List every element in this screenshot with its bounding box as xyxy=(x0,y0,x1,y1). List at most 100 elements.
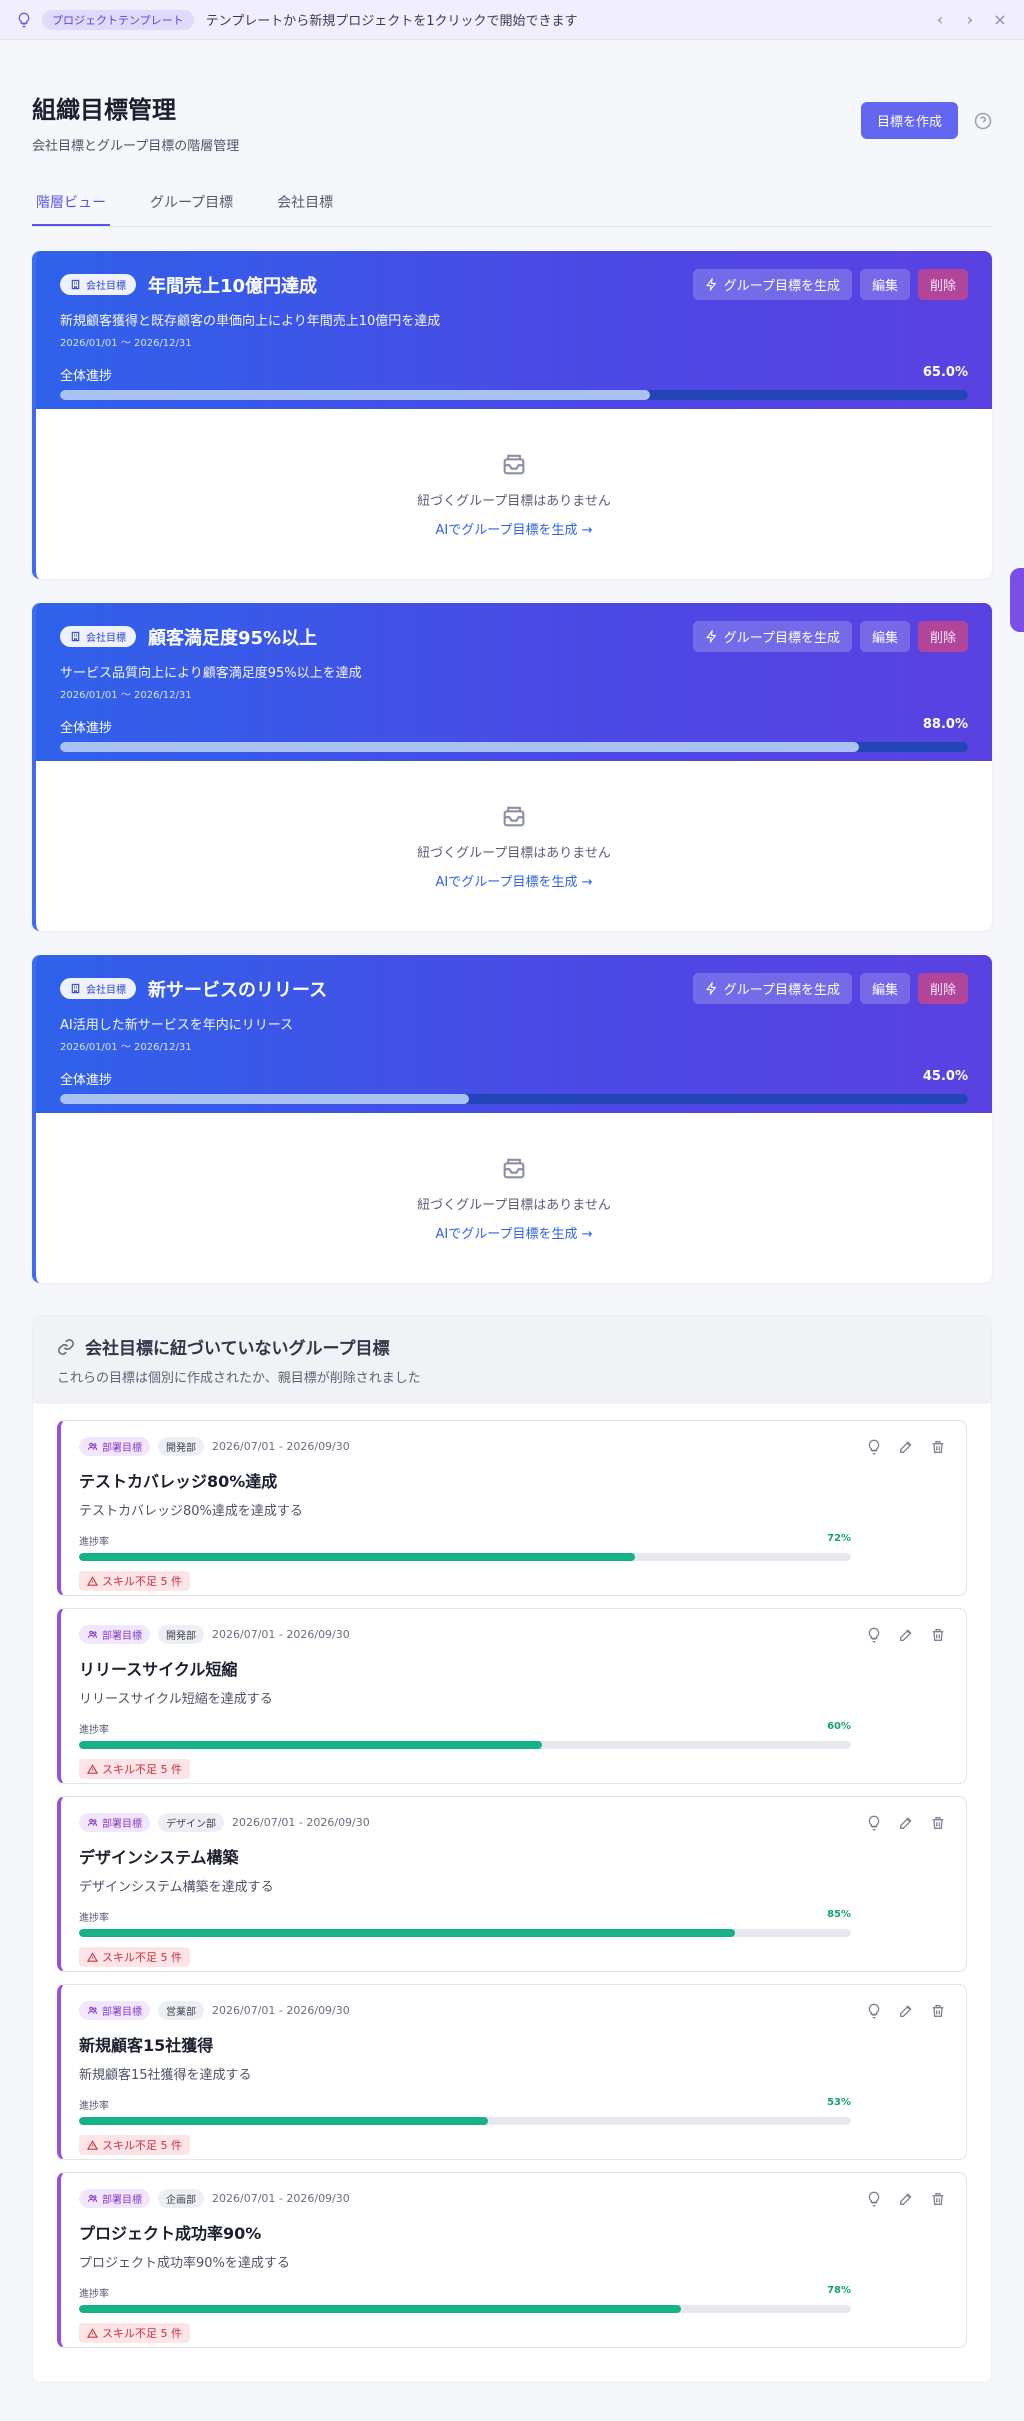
dept-name: 開発部 xyxy=(158,1437,204,1456)
progress-fill xyxy=(79,2117,489,2125)
delete-button[interactable]: 削除 xyxy=(917,269,968,300)
trash-icon[interactable] xyxy=(930,1815,946,1831)
progress-percent: 60% xyxy=(827,1721,851,1732)
empty-text: 紐づくグループ目標はありません xyxy=(417,494,611,509)
progress-percent: 78% xyxy=(827,2285,851,2296)
group-goal-description: リリースサイクル短縮を達成する xyxy=(79,1692,273,1707)
edit-icon[interactable] xyxy=(898,2191,914,2207)
create-goal-button[interactable]: 目標を作成 xyxy=(860,102,958,139)
lightbulb-icon[interactable] xyxy=(866,2191,882,2207)
delete-button[interactable]: 削除 xyxy=(917,973,968,1004)
sparkle-icon xyxy=(705,278,717,291)
tab-group-goals[interactable]: グループ目標 xyxy=(146,184,237,226)
badge-label: 会社目標 xyxy=(86,281,126,292)
users-icon xyxy=(87,1442,98,1450)
ai-generate-link[interactable]: AIでグループ目標を生成 → xyxy=(436,519,593,538)
edit-icon[interactable] xyxy=(898,1439,914,1455)
building-icon xyxy=(71,279,80,290)
edit-icon[interactable] xyxy=(898,1815,914,1831)
ai-generate-link[interactable]: AIでグループ目標を生成 → xyxy=(436,871,593,890)
chevron-right-icon[interactable]: › xyxy=(962,10,978,29)
skill-gap-text: スキル不足 5 件 xyxy=(102,1951,182,1964)
company-goal-title: 年間売上10億円達成 xyxy=(148,275,318,297)
inbox-icon xyxy=(503,806,525,827)
generate-group-goal-button[interactable]: グループ目標を生成 xyxy=(692,973,852,1004)
progress-fill xyxy=(60,742,860,752)
progress-label: 進捗率 xyxy=(79,2101,109,2112)
generate-label: グループ目標を生成 xyxy=(723,983,840,998)
delete-button[interactable]: 削除 xyxy=(917,621,968,652)
ai-generate-link[interactable]: AIでグループ目標を生成 → xyxy=(436,1223,593,1242)
tab-company-goals[interactable]: 会社目標 xyxy=(273,184,337,226)
dept-goal-badge: 部署目標 xyxy=(79,1437,150,1456)
unlinked-title: 会社目標に紐づいていないグループ目標 xyxy=(85,1339,390,1359)
dept-name: 企画部 xyxy=(158,2189,204,2208)
group-goal-title: テストカバレッジ80%達成 xyxy=(79,1472,278,1491)
progress-label: 全体進捗 xyxy=(60,1073,113,1088)
edit-button[interactable]: 編集 xyxy=(859,973,910,1004)
progress-bar xyxy=(79,1929,851,1937)
progress-label: 進捗率 xyxy=(79,1913,109,1924)
trash-icon[interactable] xyxy=(930,2191,946,2207)
company-goal-badge: 会社目標 xyxy=(60,274,136,295)
lightbulb-icon[interactable] xyxy=(866,1627,882,1643)
dept-name: 営業部 xyxy=(158,2001,204,2020)
dept-goal-badge: 部署目標 xyxy=(79,1813,150,1832)
progress-percent: 53% xyxy=(827,2097,851,2108)
progress-bar xyxy=(60,1094,968,1104)
edit-icon[interactable] xyxy=(898,1627,914,1643)
dept-name: 開発部 xyxy=(158,1625,204,1644)
building-icon xyxy=(71,631,80,642)
lightbulb-icon[interactable] xyxy=(866,1815,882,1831)
progress-label: 全体進捗 xyxy=(60,721,113,736)
progress-fill xyxy=(79,1741,543,1749)
skill-gap-badge: スキル不足 5 件 xyxy=(79,2323,190,2343)
company-goal-badge: 会社目標 xyxy=(60,626,136,647)
group-goal-description: テストカバレッジ80%達成を達成する xyxy=(79,1504,303,1519)
edit-button[interactable]: 編集 xyxy=(859,621,910,652)
help-icon[interactable] xyxy=(974,112,992,130)
company-goal-description: 新規顧客獲得と既存顧客の単価向上により年間売上10億円を達成 xyxy=(60,314,441,329)
skill-gap-text: スキル不足 5 件 xyxy=(102,1763,182,1776)
lightbulb-icon[interactable] xyxy=(866,2003,882,2019)
close-icon[interactable]: × xyxy=(992,10,1008,29)
edit-button[interactable]: 編集 xyxy=(859,269,910,300)
generate-group-goal-button[interactable]: グループ目標を生成 xyxy=(692,269,852,300)
chevron-left-icon[interactable]: ‹ xyxy=(932,10,948,29)
tab-hierarchy[interactable]: 階層ビュー xyxy=(32,184,110,226)
group-goal-title: 新規顧客15社獲得 xyxy=(79,2036,214,2055)
link-icon xyxy=(58,1338,74,1355)
users-icon xyxy=(87,2194,98,2202)
view-tabs: 階層ビュー グループ目標 会社目標 xyxy=(32,184,992,227)
group-goal-period: 2026/07/01 - 2026/09/30 xyxy=(232,1816,370,1829)
badge-label: 会社目標 xyxy=(86,985,126,996)
group-goal-period: 2026/07/01 - 2026/09/30 xyxy=(212,2004,350,2017)
trash-icon[interactable] xyxy=(930,2003,946,2019)
warning-icon xyxy=(87,2139,98,2150)
edit-icon[interactable] xyxy=(898,2003,914,2019)
company-goal-title: 新サービスのリリース xyxy=(148,979,328,1001)
generate-group-goal-button[interactable]: グループ目標を生成 xyxy=(692,621,852,652)
progress-bar xyxy=(60,390,968,400)
warning-icon xyxy=(87,1575,98,1586)
company-goal-card: 会社目標 年間売上10億円達成 グループ目標を生成 編集 削除 新規顧客獲得と既… xyxy=(32,251,992,579)
progress-percent: 72% xyxy=(827,1533,851,1544)
skill-gap-badge: スキル不足 5 件 xyxy=(79,1759,190,1779)
group-goal-description: 新規顧客15社獲得を達成する xyxy=(79,2068,252,2083)
trash-icon[interactable] xyxy=(930,1439,946,1455)
users-icon xyxy=(87,1630,98,1638)
generate-label: グループ目標を生成 xyxy=(723,631,840,646)
progress-fill xyxy=(79,2305,682,2313)
lightbulb-icon[interactable] xyxy=(866,1439,882,1455)
warning-icon xyxy=(87,1763,98,1774)
progress-fill xyxy=(60,390,651,400)
company-goal-title: 顧客満足度95%以上 xyxy=(148,627,318,649)
skill-gap-badge: スキル不足 5 件 xyxy=(79,2135,190,2155)
group-goal-card: 部署目標 企画部 2026/07/01 - 2026/09/30 プロジェクト成… xyxy=(57,2172,967,2348)
skill-gap-text: スキル不足 5 件 xyxy=(102,2139,182,2152)
group-goal-description: デザインシステム構築を達成する xyxy=(79,1880,274,1895)
progress-label: 進捗率 xyxy=(79,1537,109,1548)
trash-icon[interactable] xyxy=(930,1627,946,1643)
progress-percent: 45.0% xyxy=(922,1069,968,1084)
side-panel-toggle[interactable] xyxy=(1010,568,1024,632)
